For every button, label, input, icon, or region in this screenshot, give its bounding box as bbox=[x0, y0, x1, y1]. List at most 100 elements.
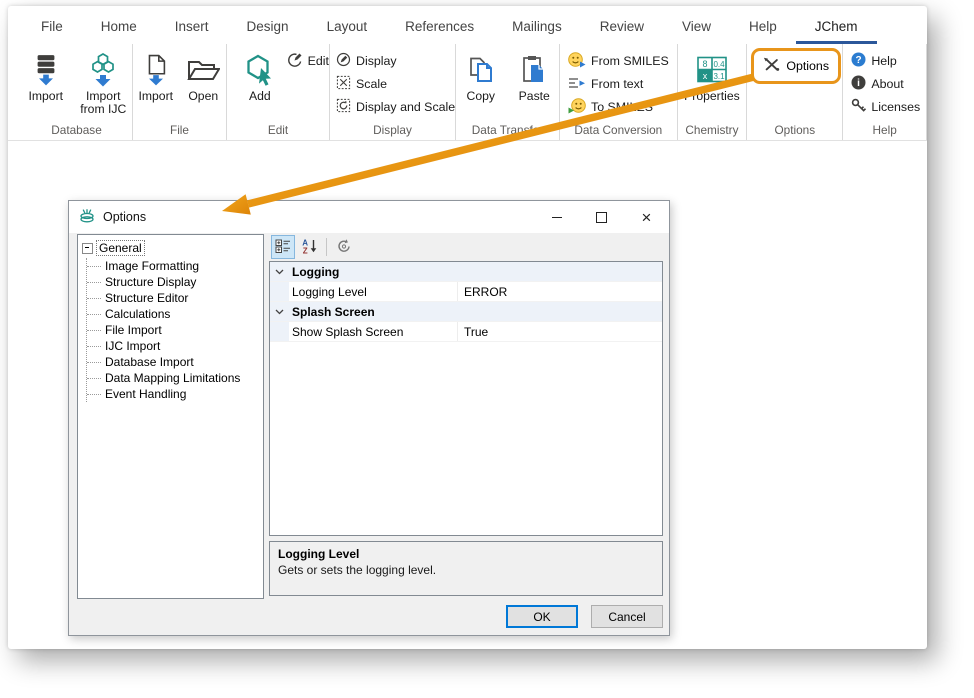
tree-node-database-import[interactable]: Database Import bbox=[87, 354, 263, 370]
category-row-splash-screen[interactable]: Splash Screen bbox=[270, 302, 662, 322]
edit-pen-icon bbox=[287, 52, 303, 71]
svg-text:0.4: 0.4 bbox=[713, 60, 725, 69]
display-and-scale-button[interactable]: Display and Scale bbox=[336, 97, 455, 117]
group-display: Display Scale bbox=[330, 44, 456, 140]
from-text-button[interactable]: From text bbox=[568, 74, 669, 94]
display-icon bbox=[336, 52, 351, 70]
tree-node-calculations[interactable]: Calculations bbox=[87, 306, 263, 322]
minimize-button[interactable] bbox=[534, 201, 579, 233]
import-from-ijc-button[interactable]: Import from IJC bbox=[75, 47, 132, 123]
svg-text:i: i bbox=[857, 78, 860, 89]
ok-button[interactable]: OK bbox=[506, 605, 578, 628]
tree-node-file-import[interactable]: File Import bbox=[87, 322, 263, 338]
tree-node-data-mapping-limitations[interactable]: Data Mapping Limitations bbox=[87, 370, 263, 386]
open-folder-icon bbox=[186, 49, 220, 90]
tab-help[interactable]: Help bbox=[730, 10, 796, 44]
group-label-chemistry: Chemistry bbox=[678, 123, 747, 140]
options-category-tree: General Image Formatting Structure Displ… bbox=[77, 234, 264, 599]
property-name[interactable]: Logging Level bbox=[289, 285, 457, 299]
word-window: File Home Insert Design Layout Reference… bbox=[8, 6, 927, 649]
group-help: ? Help i About bbox=[843, 44, 927, 140]
tree-node-general[interactable]: General bbox=[78, 235, 263, 258]
collapse-icon[interactable] bbox=[82, 243, 93, 254]
tab-insert[interactable]: Insert bbox=[156, 10, 228, 44]
group-label-data-transfer: Data Transfer bbox=[456, 123, 559, 140]
tab-view[interactable]: View bbox=[663, 10, 730, 44]
database-import-icon bbox=[32, 49, 60, 90]
properties-table-icon: 8 0.4 x 3.1 bbox=[697, 49, 727, 90]
smiley-arrow-right-icon bbox=[568, 52, 586, 71]
property-row-show-splash-screen[interactable]: Show Splash Screen True bbox=[270, 322, 662, 342]
ijc-hexagons-icon bbox=[88, 49, 118, 90]
tab-home[interactable]: Home bbox=[82, 10, 156, 44]
close-button[interactable]: × bbox=[624, 201, 669, 233]
add-structure-button[interactable]: Add bbox=[235, 47, 285, 123]
property-value[interactable]: True bbox=[457, 322, 662, 341]
paste-button[interactable]: Paste bbox=[510, 47, 560, 123]
smiley-arrow-left-icon bbox=[568, 98, 586, 117]
import-database-button[interactable]: Import bbox=[21, 47, 71, 123]
import-file-button[interactable]: Import bbox=[133, 47, 179, 123]
from-smiles-button[interactable]: From SMILES bbox=[568, 51, 669, 71]
tree-node-image-formatting[interactable]: Image Formatting bbox=[87, 258, 263, 274]
open-button[interactable]: Open bbox=[181, 47, 227, 123]
tab-file[interactable]: File bbox=[22, 10, 82, 44]
svg-text:3.1: 3.1 bbox=[713, 72, 725, 81]
about-button[interactable]: i About bbox=[851, 74, 920, 94]
add-hexagon-icon bbox=[244, 49, 276, 90]
scale-button[interactable]: Scale bbox=[336, 74, 455, 94]
paste-icon bbox=[521, 49, 548, 90]
display-and-scale-icon bbox=[336, 98, 351, 116]
svg-text:Z: Z bbox=[302, 246, 307, 254]
copy-button[interactable]: Copy bbox=[456, 47, 506, 123]
tree-node-structure-editor[interactable]: Structure Editor bbox=[87, 290, 263, 306]
category-row-logging[interactable]: Logging bbox=[270, 262, 662, 282]
options-dialog: Options × General Image Formatting Struc… bbox=[68, 200, 670, 636]
chevron-down-icon[interactable] bbox=[270, 262, 289, 281]
copy-icon bbox=[466, 49, 496, 90]
help-button[interactable]: ? Help bbox=[851, 51, 920, 71]
categorized-icon bbox=[275, 238, 291, 257]
minimize-icon bbox=[552, 217, 562, 218]
edit-structure-button[interactable]: Edit bbox=[287, 51, 329, 71]
svg-text:?: ? bbox=[856, 55, 862, 66]
tab-review[interactable]: Review bbox=[581, 10, 663, 44]
group-chemistry: 8 0.4 x 3.1 Properties Chemistry bbox=[678, 44, 748, 140]
alphabetical-sort-button[interactable]: A Z bbox=[297, 235, 321, 259]
file-import-icon bbox=[142, 49, 170, 90]
tab-mailings[interactable]: Mailings bbox=[493, 10, 581, 44]
reset-button[interactable] bbox=[332, 235, 356, 259]
to-smiles-button[interactable]: To SMILES bbox=[568, 97, 669, 117]
group-label-display: Display bbox=[330, 123, 455, 140]
tree-node-event-handling[interactable]: Event Handling bbox=[87, 386, 263, 402]
group-data-conversion: From SMILES From text bbox=[560, 44, 678, 140]
tab-design[interactable]: Design bbox=[228, 10, 308, 44]
group-data-transfer: Copy Paste Data Transfer bbox=[456, 44, 560, 140]
property-row-logging-level[interactable]: Logging Level ERROR bbox=[270, 282, 662, 302]
description-title: Logging Level bbox=[278, 547, 654, 561]
chevron-down-icon[interactable] bbox=[270, 302, 289, 321]
tree-children: Image Formatting Structure Display Struc… bbox=[86, 258, 263, 402]
tab-references[interactable]: References bbox=[386, 10, 493, 44]
tree-node-structure-display[interactable]: Structure Display bbox=[87, 274, 263, 290]
key-icon bbox=[851, 98, 866, 116]
ribbon-tab-bar: File Home Insert Design Layout Reference… bbox=[8, 6, 927, 44]
options-button[interactable]: Options bbox=[751, 48, 841, 84]
tab-layout[interactable]: Layout bbox=[308, 10, 387, 44]
maximize-icon bbox=[596, 212, 607, 223]
property-value[interactable]: ERROR bbox=[457, 282, 662, 301]
group-file: Import Open File bbox=[133, 44, 227, 140]
categorized-view-button[interactable] bbox=[271, 235, 295, 259]
property-name[interactable]: Show Splash Screen bbox=[289, 325, 457, 339]
display-button[interactable]: Display bbox=[336, 51, 455, 71]
reset-icon bbox=[336, 238, 352, 257]
cancel-button[interactable]: Cancel bbox=[591, 605, 663, 628]
tree-node-ijc-import[interactable]: IJC Import bbox=[87, 338, 263, 354]
maximize-button[interactable] bbox=[579, 201, 624, 233]
property-description: Logging Level Gets or sets the logging l… bbox=[269, 541, 663, 596]
description-text: Gets or sets the logging level. bbox=[278, 563, 654, 577]
tools-icon bbox=[763, 57, 780, 75]
properties-button[interactable]: 8 0.4 x 3.1 Properties bbox=[683, 47, 741, 123]
licenses-button[interactable]: Licenses bbox=[851, 97, 920, 117]
tab-jchem[interactable]: JChem bbox=[796, 10, 877, 44]
